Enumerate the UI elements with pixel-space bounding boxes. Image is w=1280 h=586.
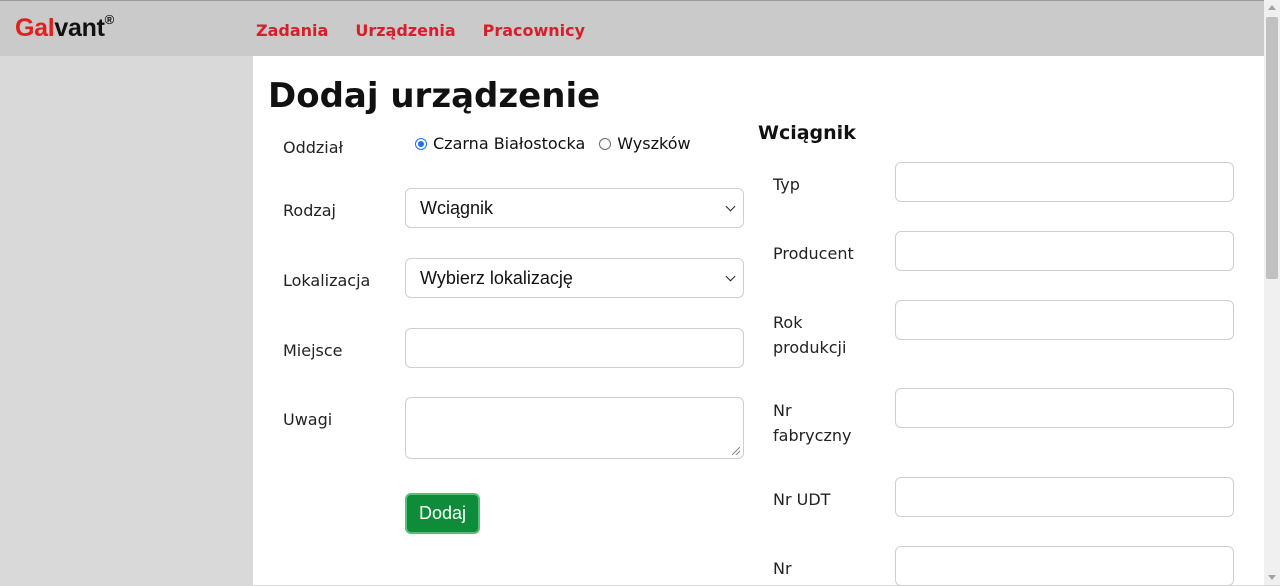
main-nav: Zadania Urządzenia Pracownicy xyxy=(256,21,612,40)
chevron-down-icon xyxy=(725,201,736,212)
scroll-down-arrow-icon[interactable] xyxy=(1268,575,1276,580)
page-title: Dodaj urządzenie xyxy=(268,76,601,116)
rodzaj-label: Rodzaj xyxy=(283,201,336,220)
producent-input[interactable] xyxy=(895,231,1234,271)
lokalizacja-label: Lokalizacja xyxy=(283,271,371,290)
miejsce-input[interactable] xyxy=(405,328,744,368)
radio-label-wyszkow: Wyszków xyxy=(617,134,691,153)
brand-logo-part1: Gal xyxy=(15,14,55,42)
radio-label-czarna-bialostocka: Czarna Białostocka xyxy=(433,134,586,153)
nav-link-urzadzenia[interactable]: Urządzenia xyxy=(355,21,455,40)
nr-udt-input[interactable] xyxy=(895,477,1234,517)
radio-option-wyszkow[interactable]: Wyszków xyxy=(599,134,691,153)
lokalizacja-select-value: Wybierz lokalizację xyxy=(420,267,573,288)
registered-mark: ® xyxy=(104,11,115,27)
nav-link-zadania[interactable]: Zadania xyxy=(256,21,328,40)
radio-button-unchecked[interactable] xyxy=(599,137,612,150)
resize-grip-icon[interactable] xyxy=(732,447,740,455)
producent-label: Producent xyxy=(773,244,854,263)
main-content: Dodaj urządzenie Oddział Czarna Białosto… xyxy=(253,56,1264,586)
oddzial-label: Oddział xyxy=(283,138,344,157)
miejsce-label: Miejsce xyxy=(283,341,343,360)
typ-input[interactable] xyxy=(895,162,1234,202)
nav-link-pracownicy[interactable]: Pracownicy xyxy=(483,21,585,40)
brand-logo-part2: vant xyxy=(54,14,105,42)
nr-fabryczny-input[interactable] xyxy=(895,388,1234,428)
rodzaj-select-value: Wciągnik xyxy=(420,197,494,218)
nr-input[interactable] xyxy=(895,546,1234,586)
radio-option-czarna-bialostocka[interactable]: Czarna Białostocka xyxy=(415,134,585,153)
brand-logo[interactable]: Galvant® xyxy=(15,11,115,43)
section-title: Wciągnik xyxy=(758,122,856,144)
uwagi-label: Uwagi xyxy=(283,410,333,429)
oddzial-radio-group: Czarna Białostocka Wyszków xyxy=(415,134,705,153)
vertical-scrollbar[interactable] xyxy=(1264,0,1280,585)
chevron-down-icon xyxy=(725,271,736,282)
typ-label: Typ xyxy=(773,175,800,194)
rok-produkcji-label: Rok produkcji xyxy=(773,313,847,357)
nr-fabryczny-label: Nr fabryczny xyxy=(773,401,852,445)
lokalizacja-select[interactable]: Wybierz lokalizację xyxy=(405,258,744,298)
radio-button-checked[interactable] xyxy=(415,137,427,150)
scroll-up-arrow-icon[interactable] xyxy=(1268,5,1276,10)
uwagi-textarea[interactable] xyxy=(405,397,744,459)
nr-label: Nr xyxy=(773,559,792,578)
top-navbar: Galvant® Zadania Urządzenia Pracownicy xyxy=(0,0,1264,56)
rodzaj-select[interactable]: Wciągnik xyxy=(405,188,744,228)
nr-udt-label: Nr UDT xyxy=(773,490,831,509)
rok-produkcji-input[interactable] xyxy=(895,300,1234,340)
add-button[interactable]: Dodaj xyxy=(405,493,480,534)
scrollbar-thumb[interactable] xyxy=(1266,17,1278,279)
